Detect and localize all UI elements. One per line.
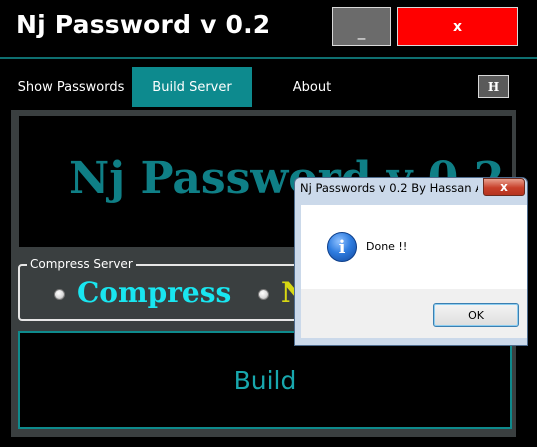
compress-option-label[interactable]: Compress bbox=[77, 276, 231, 309]
tab-show-passwords[interactable]: Show Passwords bbox=[12, 67, 130, 107]
ok-button[interactable]: OK bbox=[433, 303, 519, 327]
compress-group-label: Compress Server bbox=[27, 257, 136, 271]
dialog-close-button[interactable]: x bbox=[483, 178, 525, 196]
minimize-button[interactable]: _ bbox=[332, 7, 391, 46]
h-button[interactable]: H bbox=[478, 75, 509, 98]
dialog-title: Nj Passwords v 0.2 By Hassan A... bbox=[300, 181, 478, 195]
no-compress-radio[interactable] bbox=[258, 289, 269, 300]
tab-build-server[interactable]: Build Server bbox=[132, 67, 252, 107]
title-divider bbox=[0, 57, 537, 59]
compress-radio[interactable] bbox=[54, 289, 65, 300]
app-title: Nj Password v 0.2 bbox=[16, 10, 271, 39]
tab-about[interactable]: About bbox=[252, 67, 372, 107]
dialog-message: Done !! bbox=[366, 240, 408, 253]
info-icon: i bbox=[327, 232, 357, 262]
close-button[interactable]: x bbox=[397, 7, 518, 46]
